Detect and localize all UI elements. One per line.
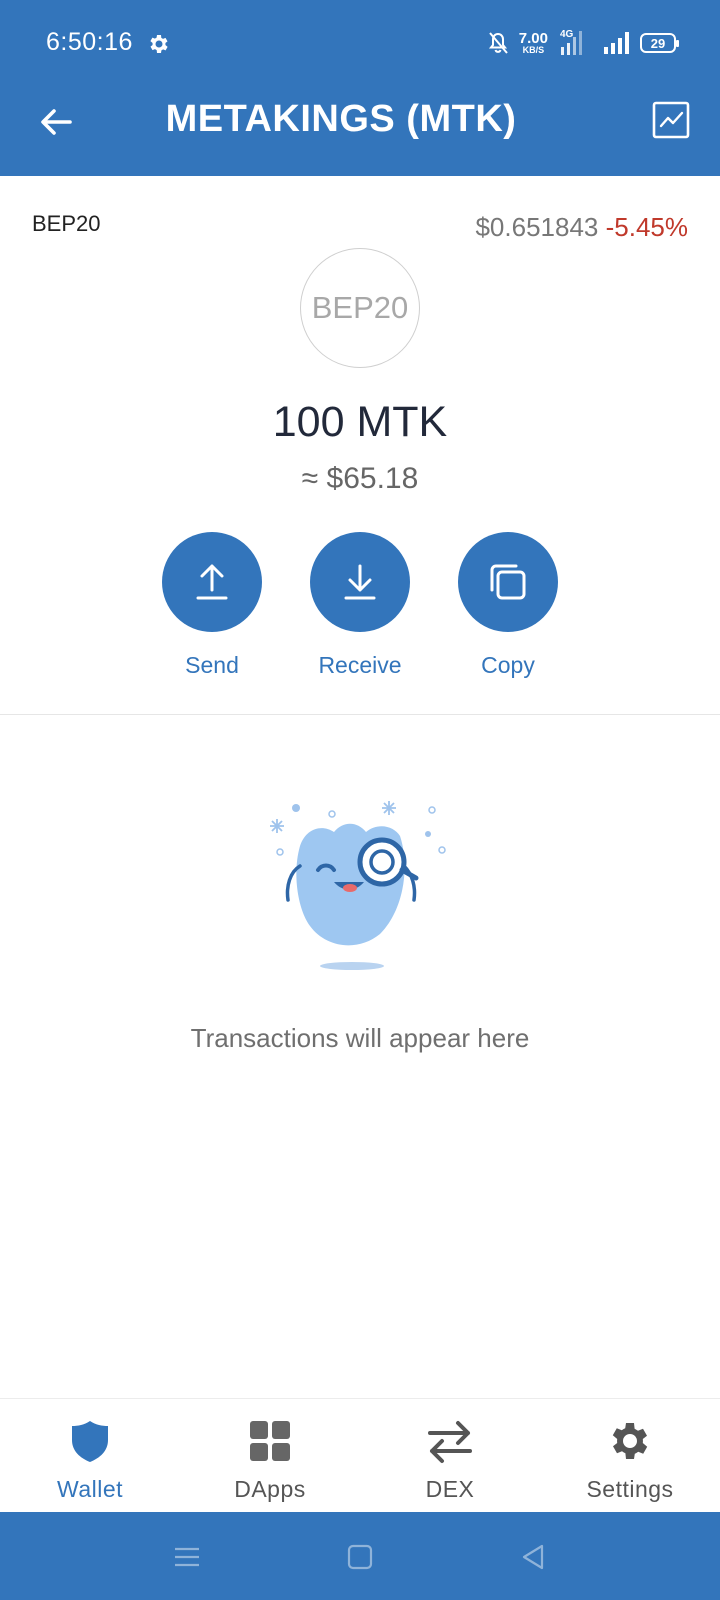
receive-button[interactable]: Receive bbox=[310, 532, 410, 679]
swap-arrows-icon bbox=[428, 1421, 472, 1463]
page-title: METAKINGS (MTK) bbox=[165, 98, 517, 140]
tab-wallet[interactable]: Wallet bbox=[10, 1417, 170, 1503]
signal-strength-icon bbox=[604, 32, 629, 54]
copy-button[interactable]: Copy bbox=[458, 532, 558, 679]
token-network-label: BEP20 bbox=[32, 211, 101, 236]
copy-circle[interactable] bbox=[458, 532, 558, 632]
token-logo: BEP20 bbox=[300, 248, 420, 368]
tab-dapps-label: DApps bbox=[234, 1476, 306, 1502]
token-balance: 100 MTK bbox=[272, 398, 448, 446]
download-arrow-icon bbox=[344, 564, 376, 600]
mute-bell-icon bbox=[488, 32, 508, 54]
tab-settings-label: Settings bbox=[586, 1476, 674, 1502]
home-square-icon[interactable] bbox=[345, 1542, 375, 1572]
app-header: 6:50:16 7.00 KB/S 4G 29 METAKINGS (MTK) bbox=[0, 0, 720, 176]
network-speed: 7.00 KB/S bbox=[519, 31, 548, 55]
token-price: $0.651843 -5.45% bbox=[475, 212, 688, 243]
battery-indicator: 29 bbox=[640, 33, 679, 53]
price-value: $0.651843 bbox=[475, 212, 599, 242]
shield-icon bbox=[72, 1421, 108, 1462]
status-indicators: 7.00 KB/S 4G 29 bbox=[487, 26, 679, 60]
battery-level: 29 bbox=[650, 35, 666, 51]
status-time: 6:50:16 bbox=[46, 28, 133, 56]
token-logo-text: BEP20 bbox=[311, 290, 409, 325]
signal-bars-dim-icon bbox=[561, 31, 582, 55]
line-chart-icon[interactable] bbox=[652, 101, 690, 139]
upload-arrow-icon bbox=[196, 564, 228, 600]
mobile-data-indicator: 4G bbox=[558, 29, 592, 57]
empty-transactions-message: Transactions will appear here bbox=[190, 1023, 530, 1053]
grid-icon bbox=[250, 1421, 290, 1461]
bottom-tab-bar: Wallet DApps DEX Settings bbox=[0, 1398, 720, 1512]
receive-circle[interactable] bbox=[310, 532, 410, 632]
price-change: -5.45% bbox=[605, 212, 688, 242]
tab-wallet-label: Wallet bbox=[56, 1476, 124, 1502]
gear-icon bbox=[612, 1423, 648, 1459]
settings-gear-icon bbox=[150, 35, 168, 53]
copy-icon bbox=[490, 564, 526, 600]
tab-dapps[interactable]: DApps bbox=[190, 1417, 350, 1503]
tab-dex[interactable]: DEX bbox=[370, 1417, 530, 1503]
system-nav-bar bbox=[0, 1512, 720, 1600]
menu-icon[interactable] bbox=[172, 1542, 202, 1572]
speed-unit: KB/S bbox=[522, 45, 545, 55]
speed-value: 7.00 bbox=[518, 30, 548, 47]
tab-dex-label: DEX bbox=[425, 1476, 475, 1502]
send-label: Send bbox=[185, 652, 239, 678]
send-circle[interactable] bbox=[162, 532, 262, 632]
send-button[interactable]: Send bbox=[162, 532, 262, 679]
copy-label: Copy bbox=[481, 652, 535, 678]
tab-settings[interactable]: Settings bbox=[550, 1417, 710, 1503]
receive-label: Receive bbox=[318, 652, 402, 678]
fiat-balance: ≈ $65.18 bbox=[301, 462, 419, 495]
back-triangle-icon[interactable] bbox=[518, 1542, 548, 1572]
section-divider bbox=[0, 714, 720, 715]
empty-transactions-illustration bbox=[270, 801, 446, 970]
